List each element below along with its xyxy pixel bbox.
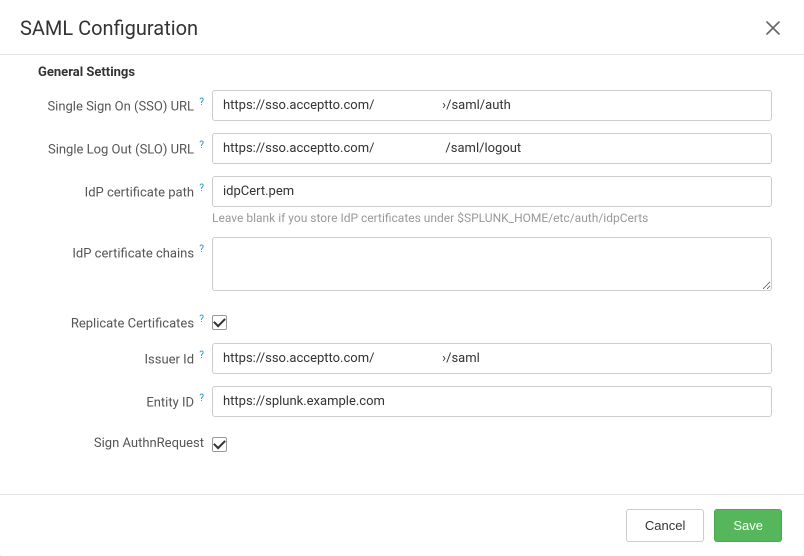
row-issuer-id: Issuer Id ? [22,337,782,380]
label-replicate-certs: Replicate Certificates ? [22,307,212,331]
save-button[interactable]: Save [714,509,782,542]
help-icon[interactable]: ? [199,350,204,361]
label-issuer-id: Issuer Id ? [22,343,212,367]
row-entity-id: Entity ID ? [22,380,782,423]
help-icon[interactable]: ? [199,314,204,325]
label-sign-authn: Sign AuthnRequest [22,429,212,451]
label-idp-cert-chains-text: IdP certificate chains [72,246,194,261]
idp-cert-chains-textarea[interactable] [212,237,772,291]
close-icon[interactable] [762,16,784,40]
help-icon[interactable]: ? [199,140,204,151]
entity-id-input[interactable] [212,386,772,417]
row-idp-cert-chains: IdP certificate chains ? [22,231,782,301]
saml-config-modal: SAML Configuration General Settings Sing… [0,0,804,556]
label-idp-cert-chains: IdP certificate chains ? [22,237,212,261]
help-icon[interactable]: ? [199,183,204,194]
row-replicate-certs: Replicate Certificates ? [22,301,782,337]
label-entity-id-text: Entity ID [146,396,194,411]
label-entity-id: Entity ID ? [22,386,212,410]
label-sso-url-text: Single Sign On (SSO) URL [47,99,194,114]
row-slo-url: Single Log Out (SLO) URL ? [22,127,782,170]
help-icon[interactable]: ? [199,97,204,108]
control-replicate-certs [212,307,782,330]
cancel-button[interactable]: Cancel [626,509,704,542]
row-sso-url: Single Sign On (SSO) URL ? [22,84,782,127]
sso-url-input[interactable] [212,90,772,121]
slo-url-input[interactable] [212,133,772,164]
row-idp-cert-path: IdP certificate path ? Leave blank if yo… [22,170,782,231]
label-idp-cert-path: IdP certificate path ? [22,176,212,200]
replicate-certs-checkbox[interactable] [212,315,227,330]
control-issuer-id [212,343,782,374]
modal-header: SAML Configuration [0,0,804,55]
modal-footer: Cancel Save [0,494,804,556]
label-slo-url: Single Log Out (SLO) URL ? [22,133,212,157]
section-general-settings: General Settings [22,55,782,84]
modal-title: SAML Configuration [20,16,198,40]
row-sign-authn: Sign AuthnRequest [22,423,782,458]
control-sign-authn [212,429,782,452]
control-idp-cert-path: Leave blank if you store IdP certificate… [212,176,782,225]
modal-body[interactable]: General Settings Single Sign On (SSO) UR… [0,55,804,494]
label-idp-cert-path-text: IdP certificate path [85,185,194,200]
control-slo-url [212,133,782,164]
idp-cert-path-input[interactable] [212,176,772,207]
label-sign-authn-text: Sign AuthnRequest [94,436,204,451]
issuer-id-input[interactable] [212,343,772,374]
label-slo-url-text: Single Log Out (SLO) URL [48,142,194,157]
label-replicate-certs-text: Replicate Certificates [71,316,194,331]
hint-idp-cert-path: Leave blank if you store IdP certificate… [212,211,772,225]
control-idp-cert-chains [212,237,782,295]
control-sso-url [212,90,782,121]
label-sso-url: Single Sign On (SSO) URL ? [22,90,212,114]
label-issuer-id-text: Issuer Id [145,353,195,368]
help-icon[interactable]: ? [199,244,204,255]
control-entity-id [212,386,782,417]
help-icon[interactable]: ? [199,393,204,404]
sign-authn-checkbox[interactable] [212,437,227,452]
